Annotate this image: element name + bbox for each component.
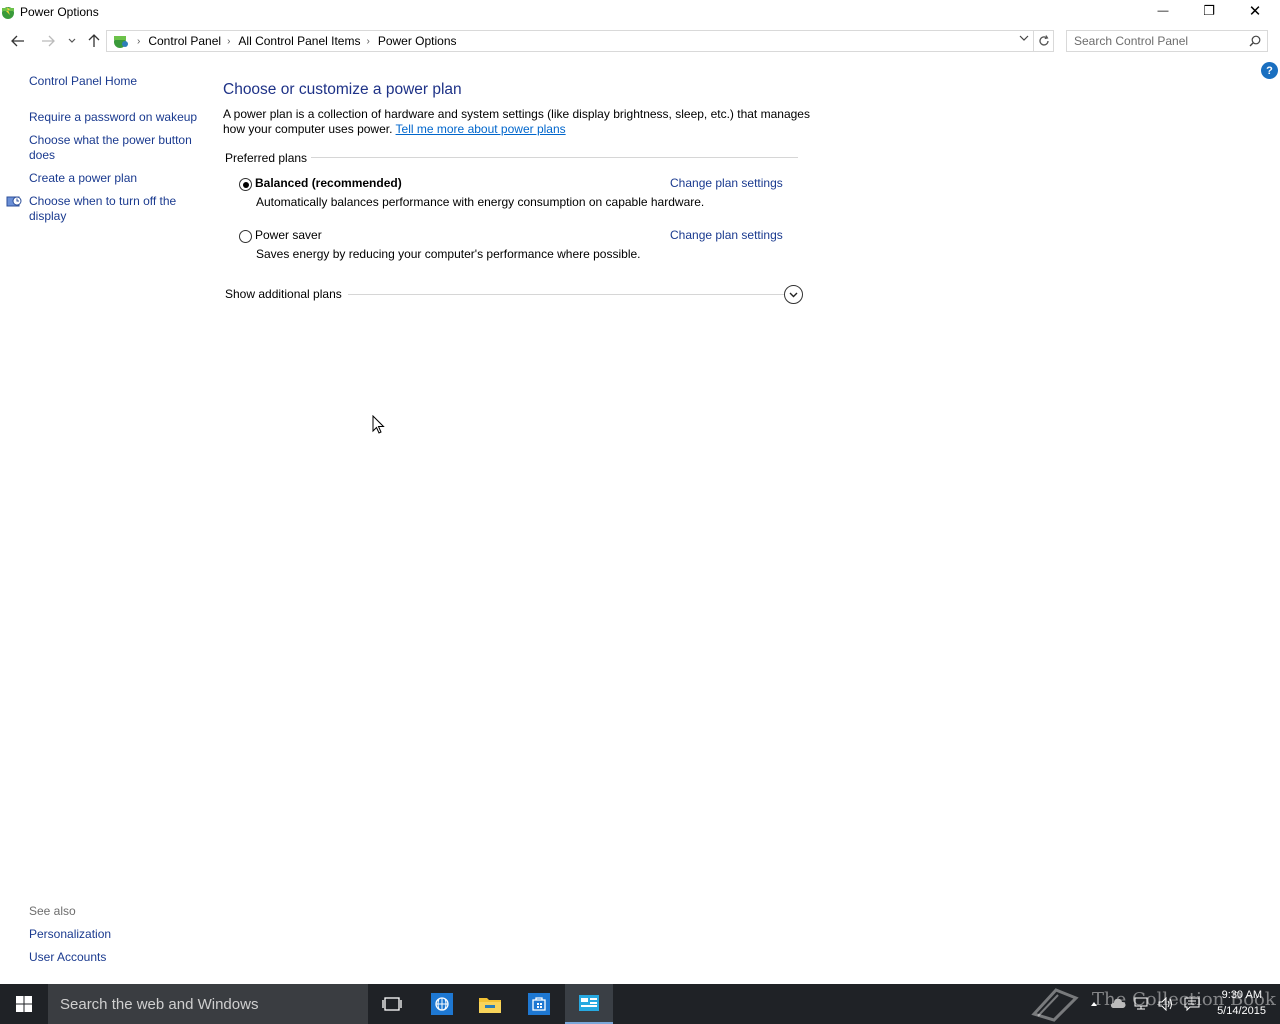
folder-icon (479, 998, 501, 1013)
balanced-plan-name[interactable]: Balanced (recommended) (255, 176, 402, 190)
arrow-left-icon (11, 35, 24, 47)
taskbar-store-button[interactable] (515, 984, 563, 1024)
create-power-plan-link[interactable]: Create a power plan (29, 171, 199, 186)
control-panel-icon (114, 36, 128, 48)
breadcrumb-all-items[interactable]: All Control Panel Items (238, 34, 360, 48)
minimize-icon: — (1157, 5, 1169, 17)
address-dropdown-button[interactable] (1019, 34, 1029, 45)
expand-additional-plans-button[interactable] (784, 285, 803, 304)
search-icon (1249, 35, 1261, 47)
network-icon (1134, 997, 1148, 1010)
control-panel-home-link[interactable]: Control Panel Home (29, 74, 199, 89)
cloud-icon (1110, 999, 1126, 1008)
title-bar: Power Options — ❐ ✕ (0, 0, 1280, 24)
window-title: Power Options (20, 5, 99, 19)
close-button[interactable]: ✕ (1232, 0, 1278, 22)
task-view-icon (382, 997, 402, 1011)
search-input[interactable] (1074, 31, 1244, 51)
taskbar-control-panel-button[interactable] (565, 984, 613, 1024)
refresh-button[interactable] (1034, 30, 1054, 52)
divider (311, 157, 798, 158)
see-also-heading: See also (29, 904, 76, 918)
page-title: Choose or customize a power plan (223, 81, 462, 98)
forward-button[interactable] (38, 30, 58, 52)
network-tray-button[interactable] (1134, 996, 1150, 1012)
recent-locations-button[interactable] (62, 30, 82, 52)
restore-icon: ❐ (1203, 3, 1215, 18)
taskbar-search-box[interactable]: Search the web and Windows (48, 984, 368, 1024)
globe-icon (431, 993, 453, 1015)
chevron-down-icon (1019, 35, 1029, 41)
turn-off-display-link[interactable]: Choose when to turn off the display (29, 194, 199, 224)
mouse-cursor-icon (372, 415, 385, 434)
action-center-button[interactable] (1184, 996, 1200, 1012)
arrow-right-icon (42, 35, 55, 47)
personalization-link[interactable]: Personalization (29, 927, 111, 941)
back-button[interactable] (8, 30, 28, 52)
refresh-icon (1038, 35, 1049, 46)
search-box[interactable] (1066, 30, 1268, 52)
notification-icon (1184, 997, 1200, 1011)
help-button[interactable]: ? (1261, 62, 1278, 79)
power-saver-plan-description: Saves energy by reducing your computer's… (256, 247, 641, 261)
windows-logo-icon (16, 996, 32, 1012)
task-view-button[interactable] (368, 984, 416, 1024)
close-icon: ✕ (1248, 3, 1262, 20)
power-options-icon (2, 7, 14, 19)
clock-time[interactable]: 9:30 AM (1200, 989, 1262, 1001)
address-bar[interactable]: › Control Panel › All Control Panel Item… (106, 30, 1034, 52)
chevron-down-icon (68, 38, 76, 43)
user-accounts-link[interactable]: User Accounts (29, 950, 106, 964)
show-hidden-icons-button[interactable] (1086, 996, 1102, 1012)
speaker-icon (1158, 997, 1172, 1011)
minimize-button[interactable]: — (1140, 0, 1186, 22)
onedrive-tray-button[interactable] (1110, 996, 1126, 1012)
maximize-button[interactable]: ❐ (1186, 0, 1232, 22)
breadcrumb-separator: › (366, 35, 370, 47)
chevron-down-icon (789, 292, 798, 297)
power-saver-change-plan-link[interactable]: Change plan settings (670, 228, 783, 242)
page-description: A power plan is a collection of hardware… (223, 107, 813, 137)
power-saver-plan-name[interactable]: Power saver (255, 228, 322, 242)
chevron-up-icon (1091, 1002, 1097, 1006)
show-additional-plans-label[interactable]: Show additional plans (225, 287, 342, 301)
breadcrumb-separator: › (227, 35, 231, 47)
breadcrumb-control-panel[interactable]: Control Panel (148, 34, 221, 48)
taskbar-file-explorer-button[interactable] (466, 984, 514, 1024)
help-icon: ? (1266, 64, 1273, 77)
control-panel-icon (579, 995, 599, 1011)
store-icon (528, 993, 550, 1015)
preferred-plans-heading: Preferred plans (225, 151, 308, 165)
navigation-bar: › Control Panel › All Control Panel Item… (0, 28, 1280, 54)
balanced-change-plan-link[interactable]: Change plan settings (670, 176, 783, 190)
divider (348, 294, 784, 295)
balanced-plan-description: Automatically balances performance with … (256, 195, 705, 209)
display-clock-icon (6, 196, 22, 207)
taskbar-browser-button[interactable] (418, 984, 466, 1024)
balanced-plan-radio[interactable] (239, 178, 252, 191)
power-button-link[interactable]: Choose what the power button does (29, 133, 199, 163)
book-watermark-icon (1031, 988, 1079, 1022)
start-button[interactable] (0, 984, 48, 1024)
volume-tray-button[interactable] (1158, 996, 1174, 1012)
up-button[interactable] (84, 30, 104, 52)
breadcrumb-power-options[interactable]: Power Options (378, 34, 457, 48)
power-saver-plan-radio[interactable] (239, 230, 252, 243)
clock-date[interactable]: 5/14/2015 (1200, 1005, 1266, 1017)
require-password-link[interactable]: Require a password on wakeup (29, 110, 199, 125)
tell-me-more-link[interactable]: Tell me more about power plans (396, 122, 566, 136)
breadcrumb-separator: › (137, 35, 141, 47)
arrow-up-icon (88, 34, 100, 47)
